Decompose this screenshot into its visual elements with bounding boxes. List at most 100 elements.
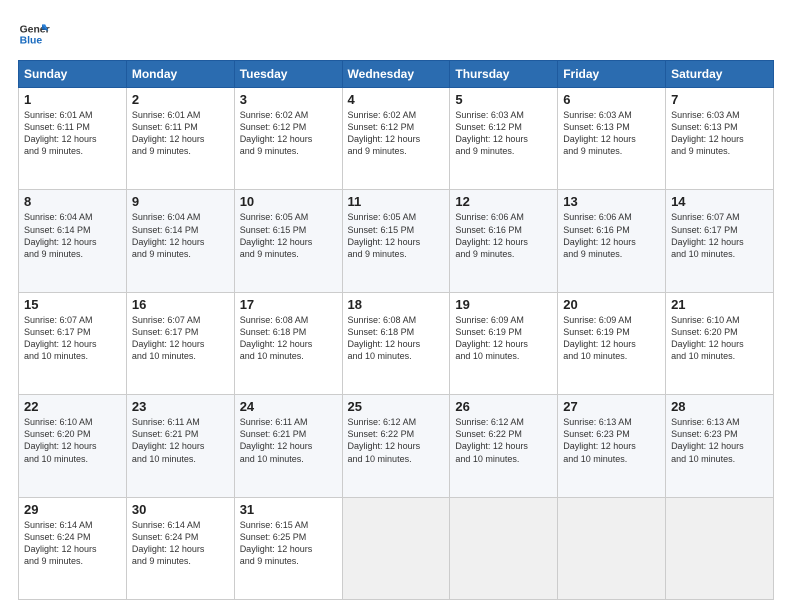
cell-info: Sunrise: 6:15 AMSunset: 6:25 PMDaylight:… bbox=[240, 519, 337, 568]
cell-info: Sunrise: 6:09 AMSunset: 6:19 PMDaylight:… bbox=[563, 314, 660, 363]
calendar-cell bbox=[342, 497, 450, 599]
week-row: 15 Sunrise: 6:07 AMSunset: 6:17 PMDayligh… bbox=[19, 292, 774, 394]
cell-info: Sunrise: 6:14 AMSunset: 6:24 PMDaylight:… bbox=[24, 519, 121, 568]
cell-info: Sunrise: 6:11 AMSunset: 6:21 PMDaylight:… bbox=[132, 416, 229, 465]
cell-info: Sunrise: 6:05 AMSunset: 6:15 PMDaylight:… bbox=[348, 211, 445, 260]
cell-info: Sunrise: 6:07 AMSunset: 6:17 PMDaylight:… bbox=[24, 314, 121, 363]
calendar-cell: 27Sunrise: 6:13 AMSunset: 6:23 PMDayligh… bbox=[558, 395, 666, 497]
day-number: 20 bbox=[563, 297, 660, 312]
calendar-cell bbox=[666, 497, 774, 599]
day-number: 18 bbox=[348, 297, 445, 312]
cell-info: Sunrise: 6:04 AMSunset: 6:14 PMDaylight:… bbox=[132, 211, 229, 260]
cell-info: Sunrise: 6:11 AMSunset: 6:21 PMDaylight:… bbox=[240, 416, 337, 465]
cell-info: Sunrise: 6:04 AMSunset: 6:14 PMDaylight:… bbox=[24, 211, 121, 260]
day-number: 25 bbox=[348, 399, 445, 414]
day-number: 28 bbox=[671, 399, 768, 414]
cell-info: Sunrise: 6:02 AMSunset: 6:12 PMDaylight:… bbox=[240, 109, 337, 158]
calendar-cell: 13 Sunrise: 6:06 AMSunset: 6:16 PMDayligh… bbox=[558, 190, 666, 292]
day-number: 23 bbox=[132, 399, 229, 414]
calendar-cell: 19Sunrise: 6:09 AMSunset: 6:19 PMDayligh… bbox=[450, 292, 558, 394]
day-number: 21 bbox=[671, 297, 768, 312]
day-number: 30 bbox=[132, 502, 229, 517]
calendar-cell: 31 Sunrise: 6:15 AMSunset: 6:25 PMDayligh… bbox=[234, 497, 342, 599]
cell-info: Sunrise: 6:02 AMSunset: 6:12 PMDaylight:… bbox=[348, 109, 445, 158]
calendar-cell: 28 Sunrise: 6:13 AMSunset: 6:23 PMDayligh… bbox=[666, 395, 774, 497]
day-header-wednesday: Wednesday bbox=[342, 61, 450, 88]
cell-info: Sunrise: 6:13 AMSunset: 6:23 PMDaylight:… bbox=[671, 416, 768, 465]
calendar-cell: 6 Sunrise: 6:03 AMSunset: 6:13 PMDaylight… bbox=[558, 88, 666, 190]
logo-icon: General Blue bbox=[18, 18, 50, 50]
calendar-cell: 11Sunrise: 6:05 AMSunset: 6:15 PMDayligh… bbox=[342, 190, 450, 292]
calendar-cell: 25 Sunrise: 6:12 AMSunset: 6:22 PMDayligh… bbox=[342, 395, 450, 497]
calendar-cell: 16 Sunrise: 6:07 AMSunset: 6:17 PMDayligh… bbox=[126, 292, 234, 394]
day-header-sunday: Sunday bbox=[19, 61, 127, 88]
day-number: 10 bbox=[240, 194, 337, 209]
calendar-cell: 1 Sunrise: 6:01 AMSunset: 6:11 PMDaylight… bbox=[19, 88, 127, 190]
day-number: 27 bbox=[563, 399, 660, 414]
calendar-cell: 23 Sunrise: 6:11 AMSunset: 6:21 PMDayligh… bbox=[126, 395, 234, 497]
calendar-cell bbox=[558, 497, 666, 599]
day-number: 31 bbox=[240, 502, 337, 517]
day-number: 2 bbox=[132, 92, 229, 107]
day-number: 8 bbox=[24, 194, 121, 209]
calendar-cell: 12 Sunrise: 6:06 AMSunset: 6:16 PMDayligh… bbox=[450, 190, 558, 292]
cell-info: Sunrise: 6:03 AMSunset: 6:13 PMDaylight:… bbox=[671, 109, 768, 158]
calendar-cell: 8 Sunrise: 6:04 AMSunset: 6:14 PMDaylight… bbox=[19, 190, 127, 292]
calendar-cell: 30 Sunrise: 6:14 AMSunset: 6:24 PMDayligh… bbox=[126, 497, 234, 599]
cell-info: Sunrise: 6:07 AMSunset: 6:17 PMDaylight:… bbox=[671, 211, 768, 260]
calendar-cell: 5Sunrise: 6:03 AMSunset: 6:12 PMDaylight… bbox=[450, 88, 558, 190]
week-row: 8 Sunrise: 6:04 AMSunset: 6:14 PMDaylight… bbox=[19, 190, 774, 292]
cell-info: Sunrise: 6:06 AMSunset: 6:16 PMDaylight:… bbox=[455, 211, 552, 260]
day-number: 29 bbox=[24, 502, 121, 517]
day-number: 9 bbox=[132, 194, 229, 209]
day-header-friday: Friday bbox=[558, 61, 666, 88]
calendar-header: SundayMondayTuesdayWednesdayThursdayFrid… bbox=[19, 61, 774, 88]
day-header-saturday: Saturday bbox=[666, 61, 774, 88]
day-number: 12 bbox=[455, 194, 552, 209]
calendar-cell: 4Sunrise: 6:02 AMSunset: 6:12 PMDaylight… bbox=[342, 88, 450, 190]
day-number: 1 bbox=[24, 92, 121, 107]
day-number: 13 bbox=[563, 194, 660, 209]
calendar-cell: 2Sunrise: 6:01 AMSunset: 6:11 PMDaylight… bbox=[126, 88, 234, 190]
day-number: 24 bbox=[240, 399, 337, 414]
logo: General Blue bbox=[18, 18, 54, 50]
calendar-cell: 21 Sunrise: 6:10 AMSunset: 6:20 PMDayligh… bbox=[666, 292, 774, 394]
cell-info: Sunrise: 6:06 AMSunset: 6:16 PMDaylight:… bbox=[563, 211, 660, 260]
calendar-table: SundayMondayTuesdayWednesdayThursdayFrid… bbox=[18, 60, 774, 600]
calendar-cell: 7 Sunrise: 6:03 AMSunset: 6:13 PMDaylight… bbox=[666, 88, 774, 190]
day-header-thursday: Thursday bbox=[450, 61, 558, 88]
calendar-cell: 10Sunrise: 6:05 AMSunset: 6:15 PMDayligh… bbox=[234, 190, 342, 292]
calendar-cell: 17Sunrise: 6:08 AMSunset: 6:18 PMDayligh… bbox=[234, 292, 342, 394]
cell-info: Sunrise: 6:01 AMSunset: 6:11 PMDaylight:… bbox=[24, 109, 121, 158]
week-row: 1 Sunrise: 6:01 AMSunset: 6:11 PMDaylight… bbox=[19, 88, 774, 190]
day-number: 7 bbox=[671, 92, 768, 107]
day-number: 26 bbox=[455, 399, 552, 414]
week-row: 22 Sunrise: 6:10 AMSunset: 6:20 PMDayligh… bbox=[19, 395, 774, 497]
calendar-cell: 3 Sunrise: 6:02 AMSunset: 6:12 PMDaylight… bbox=[234, 88, 342, 190]
day-number: 15 bbox=[24, 297, 121, 312]
header: General Blue bbox=[18, 18, 774, 50]
calendar-cell: 20 Sunrise: 6:09 AMSunset: 6:19 PMDayligh… bbox=[558, 292, 666, 394]
day-number: 3 bbox=[240, 92, 337, 107]
week-row: 29 Sunrise: 6:14 AMSunset: 6:24 PMDayligh… bbox=[19, 497, 774, 599]
cell-info: Sunrise: 6:09 AMSunset: 6:19 PMDaylight:… bbox=[455, 314, 552, 363]
cell-info: Sunrise: 6:03 AMSunset: 6:13 PMDaylight:… bbox=[563, 109, 660, 158]
day-number: 16 bbox=[132, 297, 229, 312]
calendar-cell bbox=[450, 497, 558, 599]
calendar-cell: 29 Sunrise: 6:14 AMSunset: 6:24 PMDayligh… bbox=[19, 497, 127, 599]
cell-info: Sunrise: 6:12 AMSunset: 6:22 PMDaylight:… bbox=[348, 416, 445, 465]
calendar-cell: 14Sunrise: 6:07 AMSunset: 6:17 PMDayligh… bbox=[666, 190, 774, 292]
day-number: 22 bbox=[24, 399, 121, 414]
cell-info: Sunrise: 6:14 AMSunset: 6:24 PMDaylight:… bbox=[132, 519, 229, 568]
cell-info: Sunrise: 6:10 AMSunset: 6:20 PMDaylight:… bbox=[671, 314, 768, 363]
cell-info: Sunrise: 6:10 AMSunset: 6:20 PMDaylight:… bbox=[24, 416, 121, 465]
svg-text:Blue: Blue bbox=[20, 36, 43, 47]
day-header-tuesday: Tuesday bbox=[234, 61, 342, 88]
day-number: 6 bbox=[563, 92, 660, 107]
header-row: SundayMondayTuesdayWednesdayThursdayFrid… bbox=[19, 61, 774, 88]
calendar-cell: 24 Sunrise: 6:11 AMSunset: 6:21 PMDayligh… bbox=[234, 395, 342, 497]
calendar-cell: 22 Sunrise: 6:10 AMSunset: 6:20 PMDayligh… bbox=[19, 395, 127, 497]
cell-info: Sunrise: 6:08 AMSunset: 6:18 PMDaylight:… bbox=[348, 314, 445, 363]
cell-info: Sunrise: 6:07 AMSunset: 6:17 PMDaylight:… bbox=[132, 314, 229, 363]
day-number: 5 bbox=[455, 92, 552, 107]
